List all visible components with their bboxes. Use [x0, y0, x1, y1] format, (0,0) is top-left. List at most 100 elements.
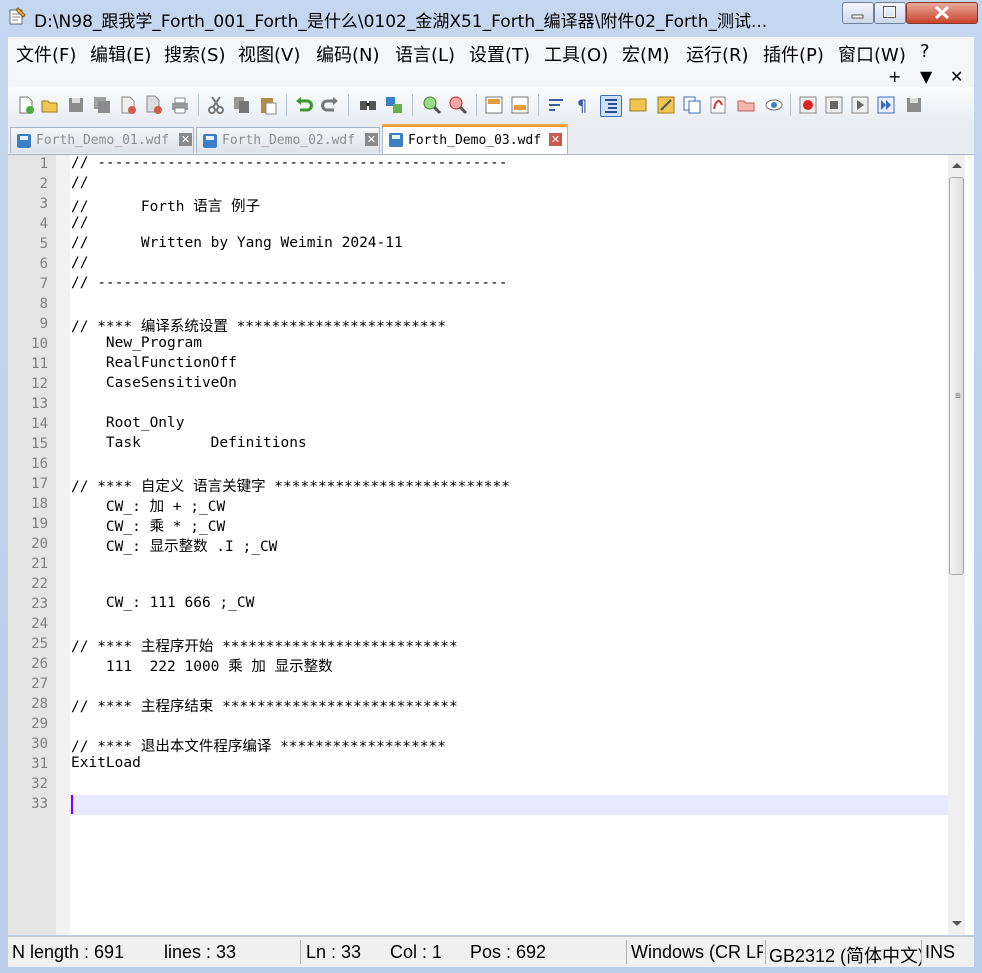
- close-window-button[interactable]: [906, 2, 978, 24]
- status-length: N length : 691: [12, 942, 125, 962]
- menu-help[interactable]: ?: [920, 41, 930, 62]
- code-line[interactable]: // Written by Yang Weimin 2024-11: [71, 235, 403, 251]
- code-line[interactable]: Root_Only: [71, 415, 185, 431]
- code-line[interactable]: CW_: 111 666 ;_CW: [71, 595, 254, 611]
- sync-horizontal-icon[interactable]: [510, 95, 530, 115]
- code-line[interactable]: // -------------------------------------…: [71, 275, 508, 291]
- menu-view[interactable]: 视图(V): [238, 41, 300, 67]
- tab-close-icon[interactable]: ✕: [179, 133, 192, 146]
- record-macro-icon[interactable]: [798, 95, 818, 115]
- show-all-chars-icon[interactable]: ¶: [572, 95, 592, 115]
- code-line[interactable]: CW_: 显示整数 .I ;_CW: [71, 535, 278, 556]
- code-line[interactable]: CaseSensitiveOn: [71, 375, 237, 391]
- undo-icon[interactable]: [294, 95, 314, 115]
- cut-icon[interactable]: [206, 95, 226, 115]
- menu-tools[interactable]: 工具(O): [544, 41, 608, 67]
- menu-run[interactable]: 运行(R): [686, 41, 749, 67]
- stop-recording-icon[interactable]: [824, 95, 844, 115]
- code-line[interactable]: CW_: 乘 * ;_CW: [71, 515, 225, 536]
- tab-forth-demo-02[interactable]: Forth_Demo_02.wdf ✕: [196, 127, 380, 153]
- code-line[interactable]: // **** 主程序开始 **************************…: [71, 635, 458, 656]
- line-number: 13: [31, 396, 48, 412]
- line-number: 23: [31, 596, 48, 612]
- close-all-icon[interactable]: [144, 95, 164, 115]
- tab-close-icon[interactable]: ✕: [549, 133, 562, 146]
- line-number: 12: [31, 376, 48, 392]
- folder-as-workspace-icon[interactable]: [682, 95, 702, 115]
- new-tab-plus-icon[interactable]: +: [888, 67, 901, 86]
- code-line[interactable]: 111 222 1000 乘 加 显示整数: [71, 655, 333, 676]
- code-line[interactable]: //: [71, 255, 88, 271]
- close-file-icon[interactable]: [118, 95, 138, 115]
- code-line[interactable]: // Forth 语言 例子: [71, 195, 260, 216]
- folder-icon[interactable]: [736, 95, 756, 115]
- doc-map-icon[interactable]: [628, 95, 648, 115]
- save-icon[interactable]: [66, 95, 86, 115]
- code-editor[interactable]: 1 2 3 4 5 6 7 8 9 10 11 12 13 14 15 16 17 18 19 20 21 22 23 24 2…: [8, 155, 974, 935]
- redo-icon[interactable]: [320, 95, 340, 115]
- zoom-out-icon[interactable]: [448, 95, 468, 115]
- menu-window[interactable]: 窗口(W): [838, 41, 906, 67]
- run-macro-multiple-icon[interactable]: [876, 95, 896, 115]
- code-line[interactable]: //: [71, 175, 88, 191]
- menu-file[interactable]: 文件(F): [16, 41, 76, 67]
- tab-list-dropdown-icon[interactable]: ▼: [920, 67, 932, 86]
- new-file-icon[interactable]: [16, 95, 36, 115]
- tab-close-icon[interactable]: ✕: [365, 133, 378, 146]
- tab-forth-demo-03[interactable]: Forth_Demo_03.wdf ✕: [382, 124, 568, 154]
- close-tab-x-icon[interactable]: ✕: [950, 67, 963, 86]
- find-icon[interactable]: [358, 95, 378, 115]
- line-number: 20: [31, 536, 48, 552]
- code-line[interactable]: // -------------------------------------…: [71, 155, 508, 171]
- code-line[interactable]: // **** 编译系统设置 ************************: [71, 315, 446, 336]
- save-macro-icon[interactable]: [904, 95, 924, 115]
- vertical-scrollbar[interactable]: ≡: [948, 155, 965, 935]
- menu-settings[interactable]: 设置(T): [469, 41, 530, 67]
- save-all-icon[interactable]: [92, 95, 112, 115]
- replace-icon[interactable]: [384, 95, 404, 115]
- paste-icon[interactable]: [258, 95, 278, 115]
- playback-macro-icon[interactable]: [850, 95, 870, 115]
- indent-guide-icon[interactable]: [600, 95, 622, 117]
- menu-edit[interactable]: 编辑(E): [90, 41, 151, 67]
- sync-vertical-icon[interactable]: [484, 95, 504, 115]
- scroll-down-arrow-icon[interactable]: [952, 921, 962, 926]
- toolbar-separator: [286, 94, 287, 116]
- toolbar-separator: [790, 94, 791, 116]
- tab-bar: Forth_Demo_01.wdf ✕ Forth_Demo_02.wdf ✕ …: [8, 123, 974, 155]
- code-line[interactable]: RealFunctionOff: [71, 355, 237, 371]
- view-eye-icon[interactable]: [764, 95, 784, 115]
- scroll-up-arrow-icon[interactable]: [952, 163, 962, 168]
- toolbar-separator: [348, 94, 349, 116]
- code-line[interactable]: CW_: 加 + ;_CW: [71, 495, 225, 516]
- monitoring-icon[interactable]: [708, 95, 728, 115]
- menu-search[interactable]: 搜索(S): [164, 41, 225, 67]
- line-number: 4: [39, 216, 48, 232]
- code-line[interactable]: Task Definitions: [71, 435, 307, 451]
- fold-margin[interactable]: [56, 155, 70, 935]
- code-line[interactable]: ExitLoad: [71, 755, 141, 771]
- code-line[interactable]: // **** 自定义 语言关键字 **********************…: [71, 475, 510, 496]
- menu-plugins[interactable]: 插件(P): [763, 41, 824, 67]
- minimize-button[interactable]: [842, 2, 874, 24]
- line-number: 24: [31, 616, 48, 632]
- scrollbar-thumb[interactable]: ≡: [949, 177, 964, 575]
- open-file-icon[interactable]: [40, 95, 60, 115]
- zoom-in-icon[interactable]: [422, 95, 442, 115]
- code-line[interactable]: // **** 主程序结束 **************************…: [71, 695, 458, 716]
- print-icon[interactable]: [170, 95, 190, 115]
- status-divider: [765, 940, 766, 964]
- copy-icon[interactable]: [232, 95, 252, 115]
- code-line[interactable]: // **** 退出本文件程序编译 *******************: [71, 735, 446, 756]
- function-list-icon[interactable]: [656, 95, 676, 115]
- tab-label: Forth_Demo_03.wdf: [408, 133, 542, 148]
- tab-forth-demo-01[interactable]: Forth_Demo_01.wdf ✕: [10, 127, 194, 153]
- menu-macro[interactable]: 宏(M): [622, 41, 670, 67]
- code-line[interactable]: //: [71, 215, 88, 231]
- word-wrap-icon[interactable]: [546, 95, 566, 115]
- line-number: 31: [31, 756, 48, 772]
- menu-language[interactable]: 语言(L): [395, 41, 455, 67]
- code-line[interactable]: New_Program: [71, 335, 202, 351]
- maximize-button[interactable]: [874, 2, 906, 24]
- menu-encoding[interactable]: 编码(N): [316, 41, 380, 67]
